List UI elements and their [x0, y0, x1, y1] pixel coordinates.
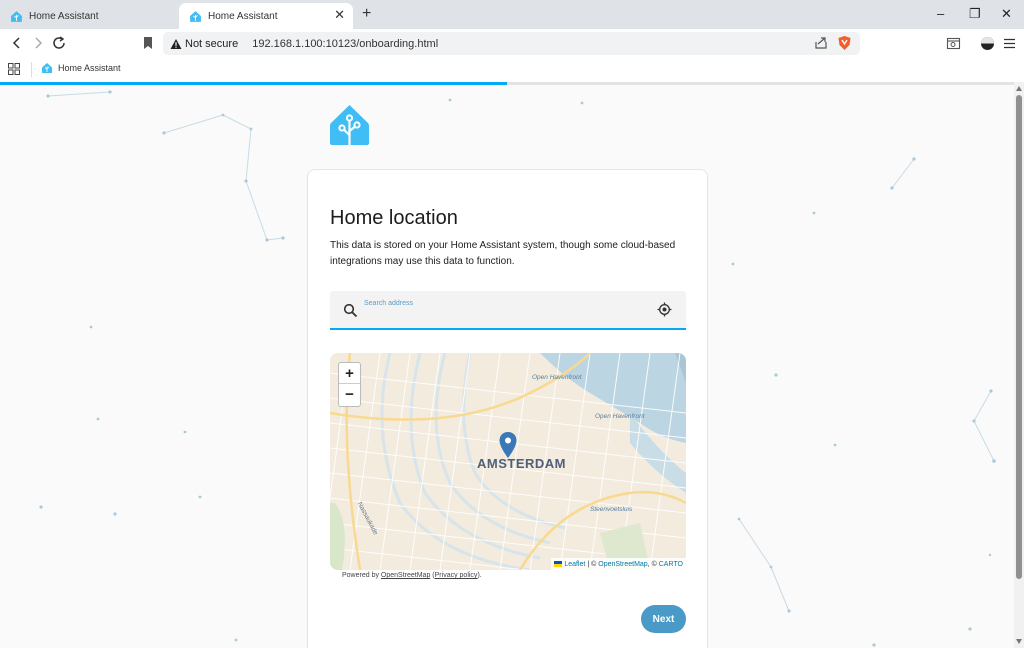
home-assistant-icon	[42, 63, 52, 73]
apps-grid-icon[interactable]	[8, 63, 20, 75]
map-attribution: Leaflet | © OpenStreetMap , © CARTO	[551, 558, 686, 570]
warning-icon	[170, 38, 182, 49]
attribution-separator: , ©	[647, 560, 657, 568]
browser-tab-inactive[interactable]: Home Assistant	[0, 3, 176, 29]
menu-icon[interactable]	[1002, 36, 1017, 51]
location-pin-icon[interactable]	[498, 431, 518, 459]
map-place-label: Open Havenfront	[532, 374, 582, 381]
map-city-label: AMSTERDAM	[477, 456, 566, 471]
profile-avatar-icon[interactable]	[980, 36, 995, 51]
privacy-policy-link[interactable]: Privacy policy	[435, 572, 478, 579]
close-tab-icon[interactable]: ✕	[334, 8, 345, 22]
security-label[interactable]: Not secure	[185, 38, 238, 50]
url-text[interactable]: 192.168.1.100:10123/onboarding.html	[252, 38, 438, 50]
description-text: This data is stored on your Home Assista…	[330, 240, 676, 267]
bookmarks-bar: Home Assistant	[0, 58, 1024, 82]
page-title: Home location	[330, 207, 458, 229]
close-window-button[interactable]: ✕	[1001, 6, 1012, 22]
tab-title: Home Assistant	[29, 10, 99, 22]
carto-link[interactable]: CARTO	[659, 561, 683, 568]
my-location-icon[interactable]	[657, 302, 672, 317]
paren-close: ).	[477, 572, 482, 579]
search-address-field[interactable]: Search address	[330, 291, 686, 330]
bookmark-label: Home Assistant	[58, 63, 121, 73]
map-place-label: Steenvoetsluis	[590, 506, 633, 513]
share-icon[interactable]	[814, 36, 828, 50]
next-button[interactable]: Next	[641, 605, 686, 633]
bookmark-home-assistant[interactable]: Home Assistant	[41, 62, 121, 74]
scrollbar-thumb[interactable]	[1016, 95, 1022, 579]
back-arrow-icon[interactable]	[9, 35, 25, 51]
minimize-window-button[interactable]: –	[937, 6, 944, 22]
home-assistant-logo-icon	[330, 105, 369, 146]
ukraine-flag-icon	[554, 561, 563, 567]
home-assistant-favicon-icon	[190, 10, 201, 22]
zoom-out-button[interactable]: −	[339, 384, 360, 405]
maximize-window-button[interactable]: ❐	[969, 6, 981, 22]
search-icon	[343, 303, 358, 318]
browser-tab-active[interactable]: Home Assistant ✕	[179, 3, 353, 29]
powered-by-prefix: Powered by	[342, 572, 379, 579]
bookmark-icon[interactable]	[140, 35, 156, 51]
openstreetmap-link[interactable]: OpenStreetMap	[381, 572, 430, 579]
tab-title: Home Assistant	[208, 10, 278, 22]
reader-mode-icon[interactable]	[946, 36, 961, 51]
openstreetmap-attribution-link[interactable]: OpenStreetMap	[598, 561, 647, 568]
scroll-up-arrow-icon[interactable]	[1016, 86, 1022, 91]
location-map[interactable]: + − Open Havenfront Open Havenfront Stee…	[330, 353, 686, 570]
home-assistant-favicon-icon	[11, 10, 22, 22]
map-zoom-control: + −	[338, 362, 361, 407]
powered-by-note: Powered by OpenStreetMap (Privacy policy…	[342, 572, 482, 579]
page-viewport: Home location This data is stored on you…	[0, 82, 1024, 648]
brave-shield-icon[interactable]	[837, 35, 852, 51]
zoom-in-button[interactable]: +	[339, 363, 360, 384]
browser-toolbar: Not secure 192.168.1.100:10123/onboardin…	[0, 29, 1024, 58]
map-place-label: Open Havenfront	[595, 413, 645, 420]
scroll-down-arrow-icon[interactable]	[1016, 639, 1022, 644]
reload-icon[interactable]	[51, 35, 67, 51]
search-address-label[interactable]: Search address	[364, 300, 413, 307]
bookmarks-divider	[31, 62, 32, 77]
onboarding-card: Home location This data is stored on you…	[307, 169, 708, 648]
attribution-separator: | ©	[587, 560, 597, 568]
new-tab-button[interactable]: +	[362, 5, 371, 23]
address-bar[interactable]: Not secure 192.168.1.100:10123/onboardin…	[163, 32, 860, 55]
leaflet-link[interactable]: Leaflet	[564, 561, 585, 568]
forward-arrow-icon[interactable]	[30, 35, 46, 51]
page-scrollbar[interactable]	[1014, 82, 1024, 648]
tab-strip: Home Assistant Home Assistant ✕ + – ❐ ✕	[0, 0, 1024, 29]
